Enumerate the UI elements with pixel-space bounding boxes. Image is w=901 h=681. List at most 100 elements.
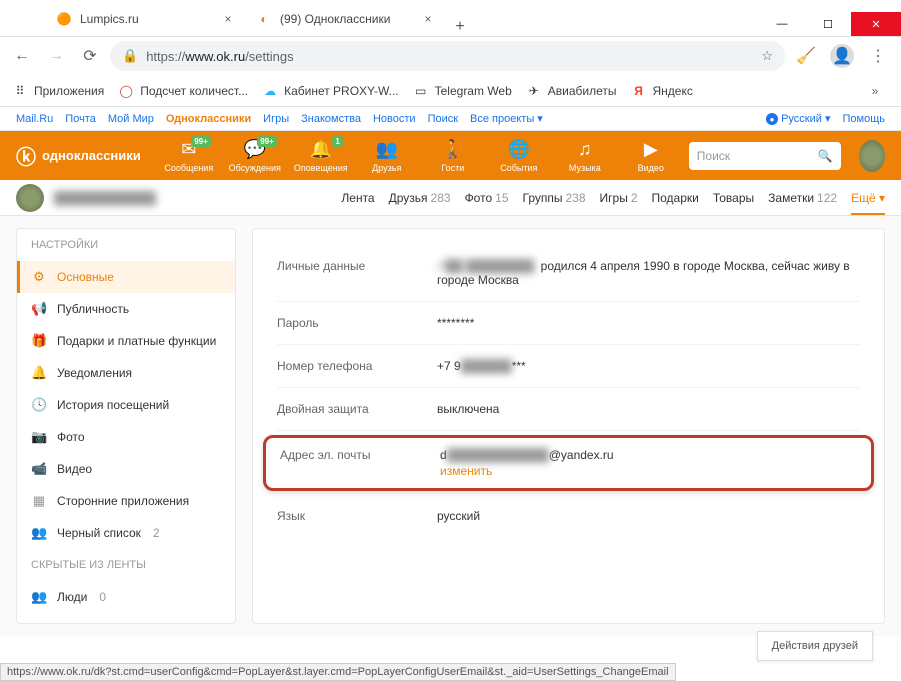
forward-button[interactable]: → (42, 42, 70, 70)
tab-title: (99) Одноклассники (280, 12, 390, 26)
bookmark-counter[interactable]: ◯Подсчет количест... (118, 83, 248, 99)
svc-messages[interactable]: 99+✉Сообщения (159, 139, 219, 173)
close-icon[interactable]: × (220, 12, 236, 26)
guests-icon: 🚶 (442, 139, 464, 161)
grid-icon: ▦ (31, 493, 47, 509)
sidebar-item-gifts[interactable]: 🎁Подарки и платные функции (17, 325, 235, 357)
nav-photo[interactable]: Фото15 (465, 191, 509, 205)
nav-games[interactable]: Игры2 (600, 191, 638, 205)
people-icon: 👥 (31, 589, 47, 605)
nav-friends[interactable]: Друзья283 (389, 191, 451, 205)
maximize-button[interactable]: ☐ (805, 12, 851, 36)
mailru-link-search[interactable]: Поиск (428, 113, 458, 125)
sidebar-item-main[interactable]: ⚙Основные (17, 261, 235, 293)
mailru-link-pochta[interactable]: Почта (65, 113, 96, 125)
nav-notes[interactable]: Заметки122 (768, 191, 837, 205)
mailru-link-games[interactable]: Игры (263, 113, 289, 125)
apps-icon: ⠿ (12, 83, 28, 99)
mailru-link-dating[interactable]: Знакомства (301, 113, 361, 125)
counter-icon: ◯ (118, 83, 134, 99)
sidebar-hidden-people[interactable]: 👥Люди0 (17, 581, 235, 613)
svc-friends[interactable]: 👥Друзья (357, 139, 417, 173)
music-icon: ♫ (578, 139, 592, 161)
block-icon: 👥 (31, 525, 47, 541)
setting-email-highlighted[interactable]: Адрес эл. почты d████████████@yandex.ru … (263, 435, 874, 491)
browser-tab-1[interactable]: 🟠 Lumpics.ru × (46, 2, 246, 36)
svc-notifications[interactable]: 1🔔Оповещения (291, 139, 351, 173)
window-controls: — ☐ ✕ (759, 12, 901, 36)
setting-password[interactable]: Пароль ******** (277, 302, 860, 345)
sidebar-item-publicity[interactable]: 📢Публичность (17, 293, 235, 325)
bookmarks-bar: ⠿Приложения ◯Подсчет количест... ☁Кабине… (0, 75, 901, 107)
setting-2fa[interactable]: Двойная защита выключена (277, 388, 860, 431)
sidebar-item-photo[interactable]: 📷Фото (17, 421, 235, 453)
bookmark-avia[interactable]: ✈Авиабилеты (526, 83, 617, 99)
bell-icon: 🔔 (31, 365, 47, 381)
videocam-icon: 📹 (31, 461, 47, 477)
friends-icon: 👥 (376, 139, 398, 161)
search-icon[interactable]: 🔍 (818, 149, 833, 163)
nav-goods[interactable]: Товары (713, 191, 754, 205)
sidebar-hidden-groups[interactable]: 👥Группы0 (17, 613, 235, 624)
extension-icon[interactable]: 🧹 (791, 41, 821, 71)
menu-button[interactable]: ⋮ (863, 41, 893, 71)
search-input[interactable]: Поиск 🔍 (689, 142, 841, 170)
plane-icon: ✈ (526, 83, 542, 99)
nav-feed[interactable]: Лента (341, 191, 374, 205)
apps-button[interactable]: ⠿Приложения (12, 83, 104, 99)
reload-button[interactable]: ⟳ (76, 42, 104, 70)
svc-guests[interactable]: 🚶Гости (423, 139, 483, 173)
star-icon[interactable]: ☆ (761, 48, 773, 64)
mailru-link-ok[interactable]: Одноклассники (166, 113, 251, 125)
nav-more[interactable]: Ещё ▾ (851, 191, 885, 215)
help-link[interactable]: Помощь (843, 113, 886, 125)
user-avatar[interactable] (859, 140, 885, 172)
sidebar-item-notifications[interactable]: 🔔Уведомления (17, 357, 235, 389)
nav-groups[interactable]: Группы238 (523, 191, 586, 205)
camera-icon: 📷 (31, 429, 47, 445)
setting-phone[interactable]: Номер телефона +7 9██████*** (277, 345, 860, 388)
friends-actions-popup[interactable]: Действия друзей (757, 631, 873, 661)
profile-nav: ████████████ Лента Друзья283 Фото15 Груп… (0, 180, 901, 216)
settings-content: Личные данные И██ ████████, родился 4 ап… (252, 228, 885, 624)
settings-sidebar: НАСТРОЙКИ ⚙Основные 📢Публичность 🎁Подарк… (16, 228, 236, 624)
video-icon: ▶ (644, 139, 658, 161)
nav-gifts[interactable]: Подарки (652, 191, 699, 205)
bookmarks-overflow[interactable]: » (861, 77, 889, 105)
svc-music[interactable]: ♫Музыка (555, 139, 615, 173)
mailru-link-news[interactable]: Новости (373, 113, 416, 125)
sidebar-item-blacklist[interactable]: 👥Черный список2 (17, 517, 235, 549)
back-button[interactable]: ← (8, 42, 36, 70)
bookmark-yandex[interactable]: ЯЯндекс (631, 83, 693, 99)
browser-tab-2[interactable]: ◐ (99) Одноклассники × (246, 2, 446, 36)
bookmark-telegram[interactable]: ▭Telegram Web (413, 83, 512, 99)
change-email-link[interactable]: изменить (440, 464, 857, 478)
sidebar-item-apps[interactable]: ▦Сторонние приложения (17, 485, 235, 517)
clock-icon: 🕓 (31, 397, 47, 413)
bell-icon: 🔔 (310, 139, 332, 161)
url-input[interactable]: 🔒 https://www.ok.ru/settings ☆ (110, 41, 785, 71)
close-icon[interactable]: × (420, 12, 436, 26)
mailru-link-mail[interactable]: Mail.Ru (16, 113, 53, 125)
ok-logo[interactable]: ⓚодноклассники (16, 141, 141, 170)
profile-avatar[interactable]: 👤 (827, 41, 857, 71)
svc-events[interactable]: 🌐События (489, 139, 549, 173)
sidebar-header: НАСТРОЙКИ (17, 229, 235, 261)
minimize-button[interactable]: — (759, 12, 805, 36)
ok-header: ⓚодноклассники 99+✉Сообщения 99+💬Обсужде… (0, 131, 901, 180)
sidebar-item-video[interactable]: 📹Видео (17, 453, 235, 485)
svc-discussions[interactable]: 99+💬Обсуждения (225, 139, 285, 173)
mailru-link-all[interactable]: Все проекты ▾ (470, 112, 543, 125)
svc-video[interactable]: ▶Видео (621, 139, 681, 173)
language-selector[interactable]: ● Русский ▾ (766, 112, 830, 126)
setting-language[interactable]: Язык русский (277, 495, 860, 537)
nav-avatar[interactable] (16, 184, 44, 212)
new-tab-button[interactable]: + (446, 18, 474, 36)
bookmark-proxy[interactable]: ☁Кабинет PROXY-W... (262, 83, 399, 99)
close-window-button[interactable]: ✕ (851, 12, 901, 36)
sidebar-item-history[interactable]: 🕓История посещений (17, 389, 235, 421)
mailru-link-moimir[interactable]: Мой Мир (108, 113, 154, 125)
setting-personal[interactable]: Личные данные И██ ████████, родился 4 ап… (277, 245, 860, 302)
titlebar: 🟠 Lumpics.ru × ◐ (99) Одноклассники × + … (0, 0, 901, 37)
yandex-icon: Я (631, 83, 647, 99)
